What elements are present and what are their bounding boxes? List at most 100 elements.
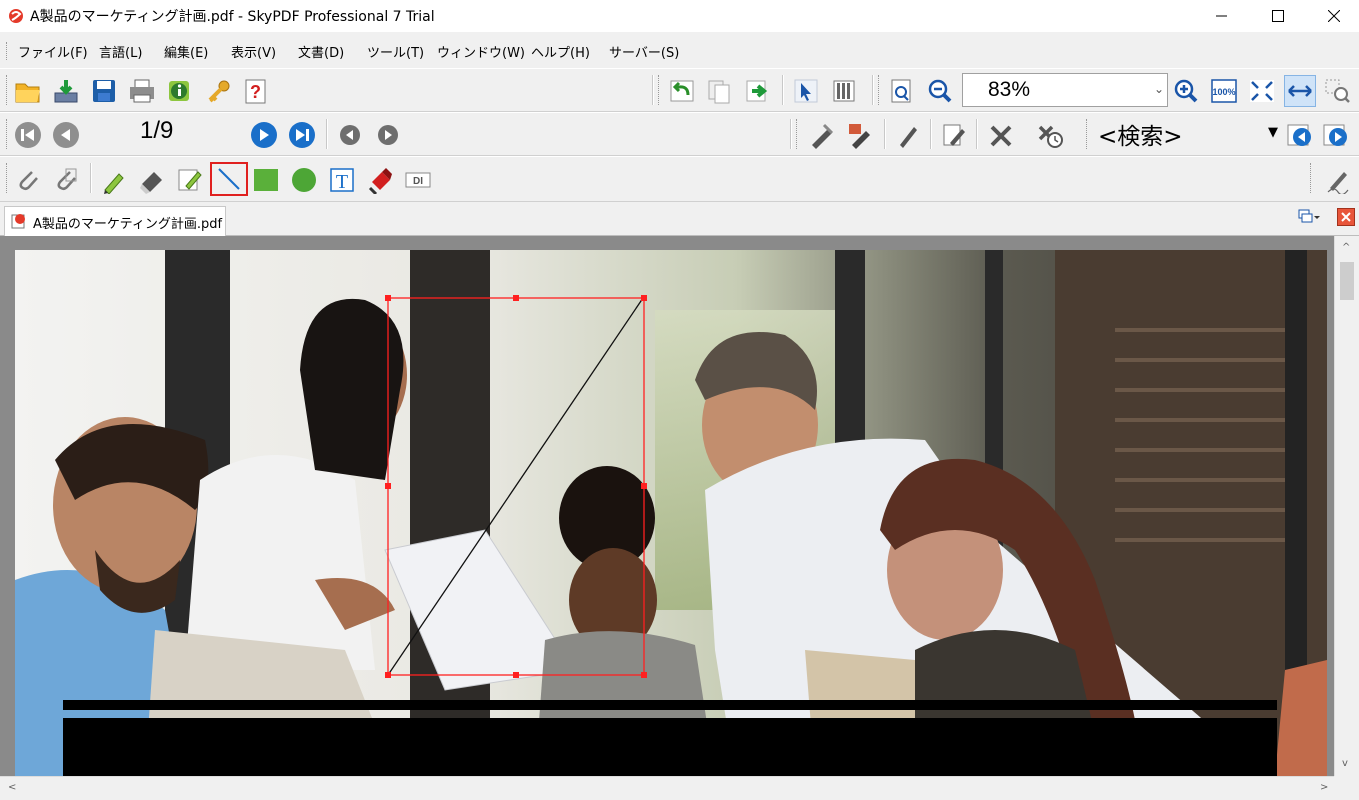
copy-pages-button[interactable] [704,75,736,107]
note-tool-button[interactable] [174,164,206,196]
open-button[interactable] [12,75,44,107]
actual-size-button[interactable]: 100% [1208,75,1240,107]
undo-button[interactable] [666,75,698,107]
export-arrow-icon [746,80,768,102]
scroll-up-icon[interactable]: ^ [1342,242,1350,253]
paperclip-document-icon [57,168,77,191]
marquee-zoom-button[interactable] [886,75,918,107]
print-button[interactable] [126,75,158,107]
menu-edit[interactable]: 編集(E) [164,42,208,61]
help-button[interactable]: ? [240,75,272,107]
next-page-button[interactable] [248,119,280,151]
loupe-button[interactable] [1322,75,1354,107]
close-document-icon [1337,208,1355,226]
search-previous-button[interactable] [1284,119,1316,151]
page-indicator[interactable]: 1/9 [140,117,173,145]
menu-language[interactable]: 言語(L) [99,42,142,61]
stamp-tool-button[interactable] [364,164,396,196]
attach-file-button[interactable] [12,164,44,196]
office-meeting-photo [15,250,1327,776]
text-box-tool-button[interactable]: T [326,164,358,196]
ellipse-tool-button[interactable] [288,164,320,196]
vertical-scrollbar[interactable]: ^ v [1334,236,1359,776]
annotation-list-button[interactable] [844,119,876,151]
menu-help[interactable]: ヘルプ(H) [531,42,590,61]
horizontal-scrollbar[interactable]: < > [0,776,1334,800]
navigation-toolbar: 1/9 <検索> ▼ [0,112,1359,156]
toolbar-grip [658,75,661,105]
document-info-button[interactable] [164,75,196,107]
menu-file[interactable]: ファイル(F) [18,42,88,61]
note-pencil-icon [178,169,202,191]
tab-list-button[interactable] [1298,208,1320,228]
download-button[interactable] [50,75,82,107]
save-button[interactable] [88,75,120,107]
download-icon [54,80,78,103]
maximize-icon [1272,10,1284,22]
menu-server[interactable]: サーバー(S) [609,42,679,61]
edit-text-button[interactable] [892,119,924,151]
last-page-button[interactable] [286,119,318,151]
svg-text:100%: 100% [1212,87,1235,97]
signature-pen-icon [1327,172,1349,194]
timestamp-tools-button[interactable] [1034,119,1066,151]
close-button[interactable] [1311,0,1357,32]
annotation-tool-button[interactable] [806,119,838,151]
ellipse-icon [292,168,316,192]
next-view-button[interactable] [372,119,404,151]
document-viewport[interactable] [0,236,1359,800]
next-page-icon [251,122,277,148]
previous-view-button[interactable] [334,119,366,151]
form-field-tool-button[interactable]: DI [402,164,434,196]
attach-file-list-button[interactable] [50,164,82,196]
zoom-combobox[interactable]: 83% ⌄ [962,73,1168,107]
tools-button[interactable] [986,119,1018,151]
select-tool-button[interactable] [790,75,822,107]
toolbar-separator [782,75,784,105]
title-bar: A製品のマーケティング計画.pdf - SkyPDF Professional … [0,0,1359,32]
toolbar-grip [1086,119,1089,149]
search-label[interactable]: <検索> [1098,117,1183,151]
fit-width-button[interactable] [1284,75,1316,107]
pencil-tool-button[interactable] [98,164,130,196]
vertical-scroll-thumb[interactable] [1340,262,1354,300]
menu-bar: ファイル(F) 言語(L) 編集(E) 表示(V) 文書(D) ツール(T) ウ… [0,32,1359,68]
line-tool-button[interactable] [210,162,248,196]
toolbar-separator [884,119,886,149]
previous-page-button[interactable] [50,119,82,151]
menu-tools[interactable]: ツール(T) [367,42,424,61]
eraser-icon [140,172,162,194]
menu-document[interactable]: 文書(D) [298,42,344,61]
search-next-icon [1323,124,1347,146]
help-icon: ? [245,79,266,104]
document-tab[interactable]: A製品のマーケティング計画.pdf [4,206,226,236]
scroll-down-icon[interactable]: v [1342,758,1348,769]
toolbar-separator [326,119,328,149]
menu-window[interactable]: ウィンドウ(W) [437,42,525,61]
maximize-button[interactable] [1255,0,1301,32]
search-next-button[interactable] [1320,119,1352,151]
signature-button[interactable] [1322,164,1354,196]
export-button[interactable] [742,75,774,107]
minimize-button[interactable] [1199,0,1245,32]
security-button[interactable] [202,75,234,107]
chevron-down-icon[interactable]: ⌄ [1154,82,1164,96]
pen-ruler-icon [812,123,834,149]
eraser-tool-button[interactable] [136,164,168,196]
scroll-left-icon[interactable]: < [8,782,16,793]
edit-document-button[interactable] [938,119,970,151]
search-dropdown-icon[interactable]: ▼ [1268,125,1278,140]
toolbar-grip [6,75,9,105]
window-title: A製品のマーケティング計画.pdf - SkyPDF Professional … [30,9,435,25]
scroll-right-icon[interactable]: > [1320,782,1328,793]
zoom-in-button[interactable] [1170,75,1202,107]
rectangle-tool-button[interactable] [250,164,282,196]
close-document-button[interactable] [1337,208,1355,226]
zoom-out-button[interactable] [924,75,956,107]
first-page-button[interactable] [12,119,44,151]
menu-view[interactable]: 表示(V) [231,42,276,61]
fit-page-button[interactable] [1246,75,1278,107]
svg-text:?: ? [250,82,261,102]
column-select-button[interactable] [828,75,860,107]
toolbar-separator [90,163,92,193]
